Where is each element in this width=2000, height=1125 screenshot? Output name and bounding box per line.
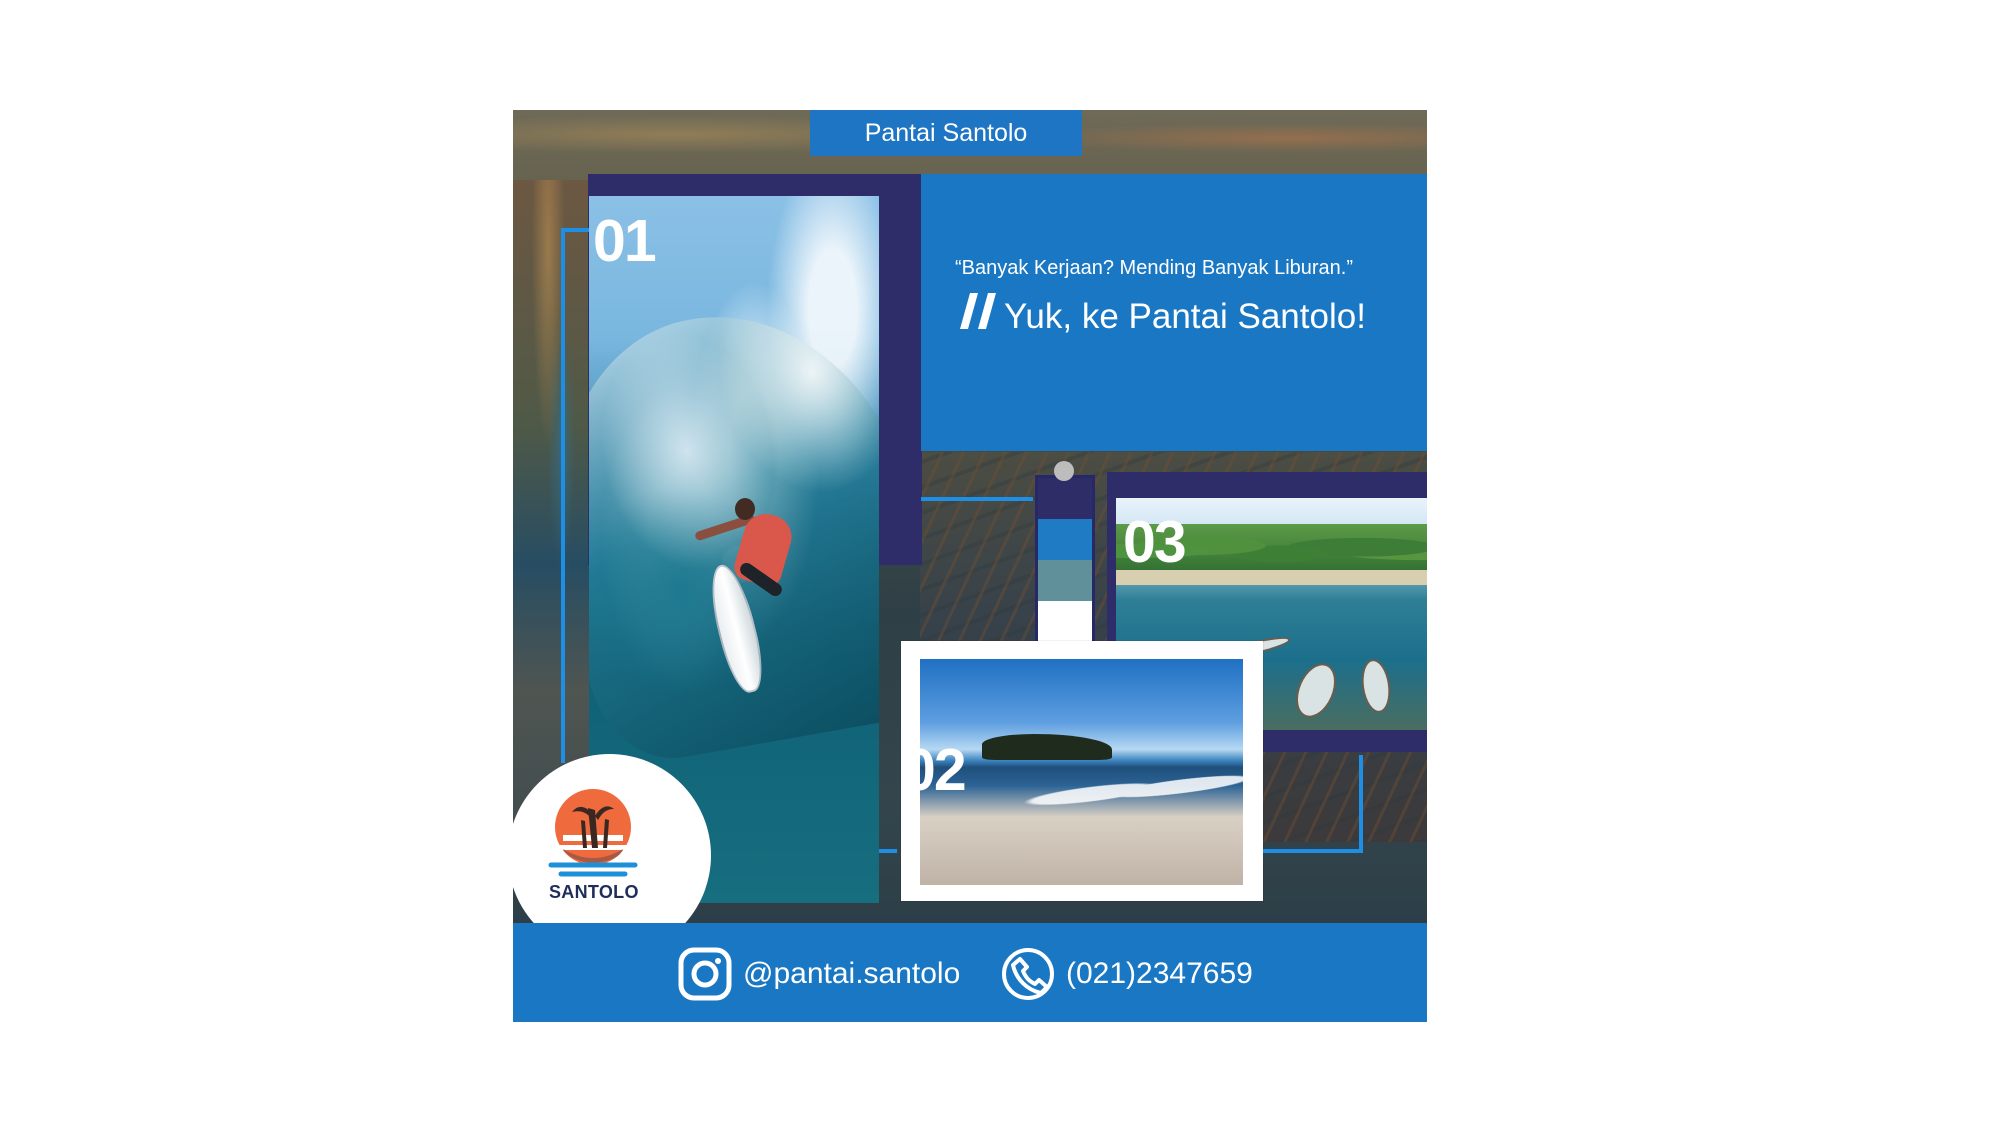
quote-panel: “Banyak Kerjaan? Mending Banyak Liburan.… <box>921 174 1427 451</box>
beach-trees-image <box>982 734 1112 760</box>
instagram-icon <box>678 947 732 1001</box>
color-palette <box>1035 475 1095 647</box>
surfer-head-image <box>735 498 755 520</box>
palette-pin <box>1054 461 1074 481</box>
contact-footer: @pantai.santolo (021)2347659 <box>513 923 1427 1022</box>
instagram-contact[interactable]: @pantai.santolo <box>677 946 960 1002</box>
beach-photo <box>920 659 1243 885</box>
quote-text: “Banyak Kerjaan? Mending Banyak Liburan.… <box>955 257 1354 279</box>
poster-title: Pantai Santolo <box>810 110 1082 156</box>
promo-poster: Pantai Santolo “Banyak Kerjaan? Mending … <box>513 110 1427 1022</box>
photo-number-01: 01 <box>593 208 657 274</box>
logo-text: SANTOLO <box>549 882 639 902</box>
photo-number-03: 03 <box>1123 509 1187 575</box>
palette-swatch-teal <box>1038 560 1092 601</box>
accent-line <box>921 497 1033 501</box>
accent-line <box>1263 849 1359 853</box>
palette-swatch-navy <box>1038 478 1092 519</box>
phone-number: (021)2347659 <box>1066 957 1253 990</box>
accent-line <box>1359 755 1363 853</box>
phone-icon <box>1002 948 1054 1000</box>
accent-line <box>561 228 589 232</box>
boat-image <box>1358 657 1394 715</box>
phone-contact[interactable]: (021)2347659 <box>1000 946 1253 1002</box>
accent-line <box>561 228 565 763</box>
quote-mark-icon <box>960 293 996 329</box>
accent-line <box>879 849 897 853</box>
photo-number-02: 02 <box>903 737 967 803</box>
boat-image <box>1288 657 1344 724</box>
palette-swatch-blue <box>1038 519 1092 560</box>
beach-foam-image <box>999 759 1243 824</box>
instagram-handle: @pantai.santolo <box>743 957 961 990</box>
sunset-island-logo-icon <box>548 789 638 877</box>
call-to-action: Yuk, ke Pantai Santolo! <box>1004 297 1366 336</box>
